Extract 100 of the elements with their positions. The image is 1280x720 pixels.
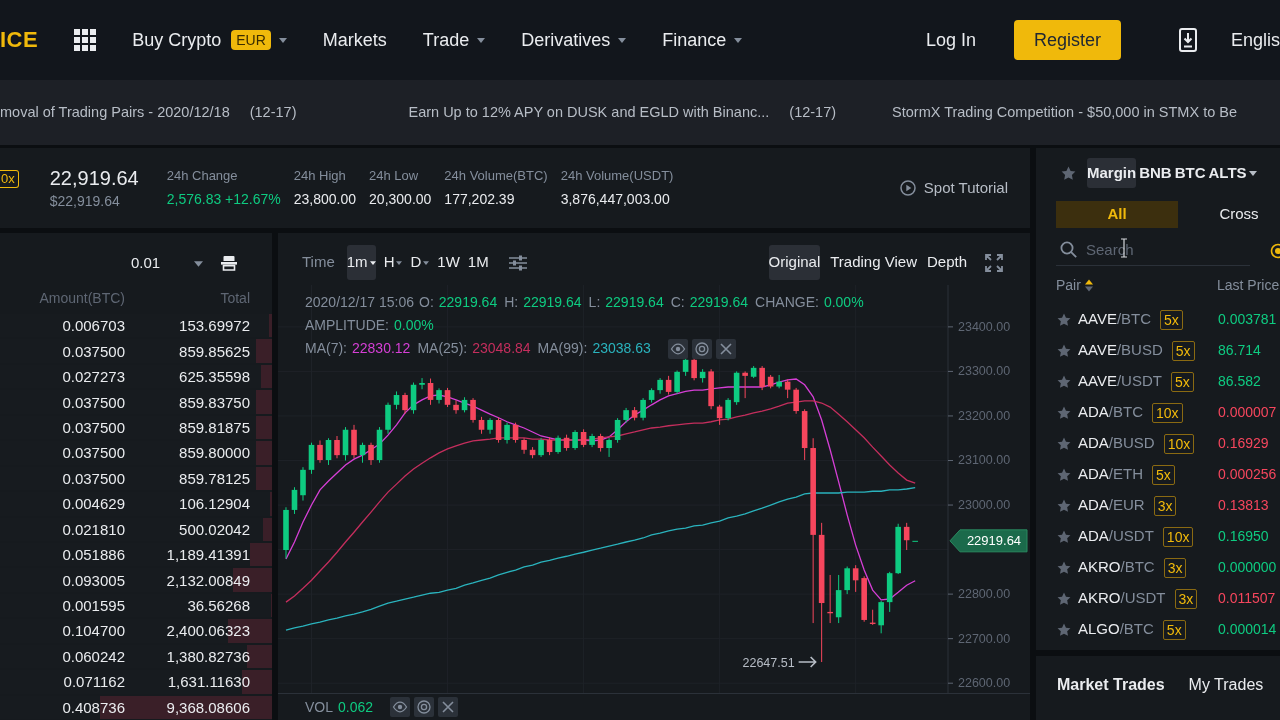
eye-icon[interactable]: [390, 697, 411, 717]
star-icon[interactable]: [1057, 436, 1071, 451]
target-icon[interactable]: [691, 338, 712, 359]
stat-label: 24h Low: [369, 167, 420, 185]
register-button[interactable]: Register: [1013, 20, 1121, 60]
view-tab[interactable]: Trading View: [830, 245, 917, 280]
search-icon: [1060, 241, 1077, 258]
star-icon[interactable]: [1061, 165, 1076, 181]
announcement-link[interactable]: StormX Trading Competition - $50,000 in STMX to Be: [892, 101, 1237, 124]
candle: [750, 365, 757, 379]
price-text: 0.000000: [1218, 558, 1277, 577]
leverage-tag: 10x: [1152, 402, 1183, 423]
pair-name[interactable]: AAVE/BTC: [1078, 308, 1152, 331]
target-icon[interactable]: [414, 697, 435, 717]
grid-icon[interactable]: [74, 29, 97, 51]
star-icon[interactable]: [1057, 312, 1071, 327]
announcement-link[interactable]: moval of Trading Pairs - 2020/12/18: [0, 101, 230, 124]
amount-cell: 0.408736: [62, 698, 125, 716]
nav-link[interactable]: Derivatives: [521, 28, 627, 52]
precision-dropdown[interactable]: 0.01: [131, 245, 203, 282]
download-icon[interactable]: [1178, 28, 1197, 52]
market-tab[interactable]: Margin: [1087, 158, 1137, 188]
total-cell: 859.83750: [179, 393, 250, 411]
star-icon[interactable]: [1057, 374, 1071, 389]
announcement-link[interactable]: Earn Up to 12% APY on DUSK and EGLD with Binanc...: [408, 101, 770, 124]
legend-label: AMPLITUDE:: [305, 316, 389, 335]
star-icon[interactable]: [1057, 591, 1071, 606]
expand-icon[interactable]: [985, 253, 1003, 272]
total-cell: 153.69972: [179, 317, 250, 335]
candle: [657, 377, 663, 395]
nav-link[interactable]: Finance: [662, 28, 743, 52]
filter-tab[interactable]: All: [1056, 201, 1178, 228]
candle: [835, 574, 842, 624]
candle: [725, 397, 731, 421]
candle: [648, 387, 655, 404]
legend-label: O:: [419, 293, 434, 312]
star-icon[interactable]: [1057, 529, 1071, 544]
amount-cell: 0.037500: [62, 342, 125, 360]
pair-name[interactable]: AKRO/USDT: [1078, 587, 1166, 610]
pair-name[interactable]: ADA/ETH: [1078, 463, 1143, 486]
leverage-tag: 0x: [0, 170, 19, 188]
market-tab[interactable]: ALTS: [1208, 158, 1257, 188]
pair-name[interactable]: ALGO/BTC: [1078, 618, 1154, 641]
sliders-icon[interactable]: [508, 254, 527, 271]
nav-link[interactable]: Trade: [422, 28, 486, 52]
candle: [317, 439, 323, 464]
interval-tab[interactable]: 1W: [437, 245, 460, 280]
stat-value: 2,576.83 +12.67%: [166, 190, 281, 209]
candle: [614, 417, 621, 444]
pair-name[interactable]: ADA/BTC: [1078, 401, 1143, 424]
view-tab[interactable]: Depth: [926, 245, 967, 280]
amount-cell: 0.027273: [62, 368, 125, 386]
eye-icon[interactable]: [667, 338, 688, 359]
close-icon[interactable]: [715, 338, 736, 359]
price-text: 86.714: [1218, 341, 1261, 360]
logo[interactable]: ICE: [0, 27, 39, 53]
nav-link[interactable]: Markets: [322, 28, 387, 52]
legend-label: H:: [504, 293, 519, 312]
interval-tab[interactable]: D: [410, 245, 430, 280]
star-icon[interactable]: [1057, 560, 1071, 575]
star-icon[interactable]: [1057, 498, 1071, 513]
market-tab[interactable]: BNB: [1139, 158, 1172, 188]
close-icon[interactable]: [438, 697, 459, 717]
legend-value: 0.062: [338, 697, 374, 717]
price-text: 0.011507: [1218, 589, 1276, 608]
star-icon[interactable]: [1057, 467, 1071, 482]
pair-name[interactable]: AAVE/USDT: [1078, 370, 1162, 393]
pair-name[interactable]: ADA/EUR: [1078, 494, 1145, 517]
announcement-date: (12-17): [789, 102, 837, 122]
pair-name[interactable]: AKRO/BTC: [1078, 556, 1155, 579]
interval-tab[interactable]: H: [383, 245, 403, 280]
tutorial-link[interactable]: Spot Tutorial: [899, 176, 1008, 200]
language-link[interactable]: Englis: [1230, 26, 1280, 54]
candle: [827, 574, 833, 624]
trades-tab[interactable]: My Trades: [1188, 675, 1264, 695]
candle: [436, 387, 442, 404]
candle: [546, 436, 553, 456]
star-icon[interactable]: [1057, 343, 1071, 358]
star-icon[interactable]: [1057, 622, 1071, 637]
trades-tab[interactable]: Market Trades: [1057, 675, 1165, 695]
legend-label: L:: [588, 293, 601, 312]
star-icon[interactable]: [1057, 405, 1071, 420]
interval-tab[interactable]: 1M: [467, 245, 489, 280]
filter-tab[interactable]: Cross: [1178, 201, 1280, 228]
nav-link[interactable]: Buy Crypto EUR: [132, 28, 287, 52]
total-cell: 625.35598: [179, 368, 250, 386]
candle: [495, 417, 502, 444]
legend-value: 22919.64: [438, 293, 498, 312]
leverage-tag: 3x: [1174, 588, 1198, 609]
market-tab[interactable]: BTC: [1174, 158, 1206, 188]
pair-name[interactable]: ADA/USDT: [1078, 525, 1154, 548]
pair-name[interactable]: ADA/BUSD: [1078, 432, 1155, 455]
sort-icon[interactable]: [1084, 278, 1093, 292]
view-tab[interactable]: Original: [768, 245, 821, 280]
login-link[interactable]: Log In: [925, 26, 976, 54]
interval-tab[interactable]: 1m: [346, 245, 376, 280]
candle: [861, 575, 867, 623]
total-cell: 9,368.08606: [166, 698, 250, 716]
pair-name[interactable]: AAVE/BUSD: [1078, 339, 1163, 362]
radio-icon[interactable]: [1270, 243, 1280, 259]
